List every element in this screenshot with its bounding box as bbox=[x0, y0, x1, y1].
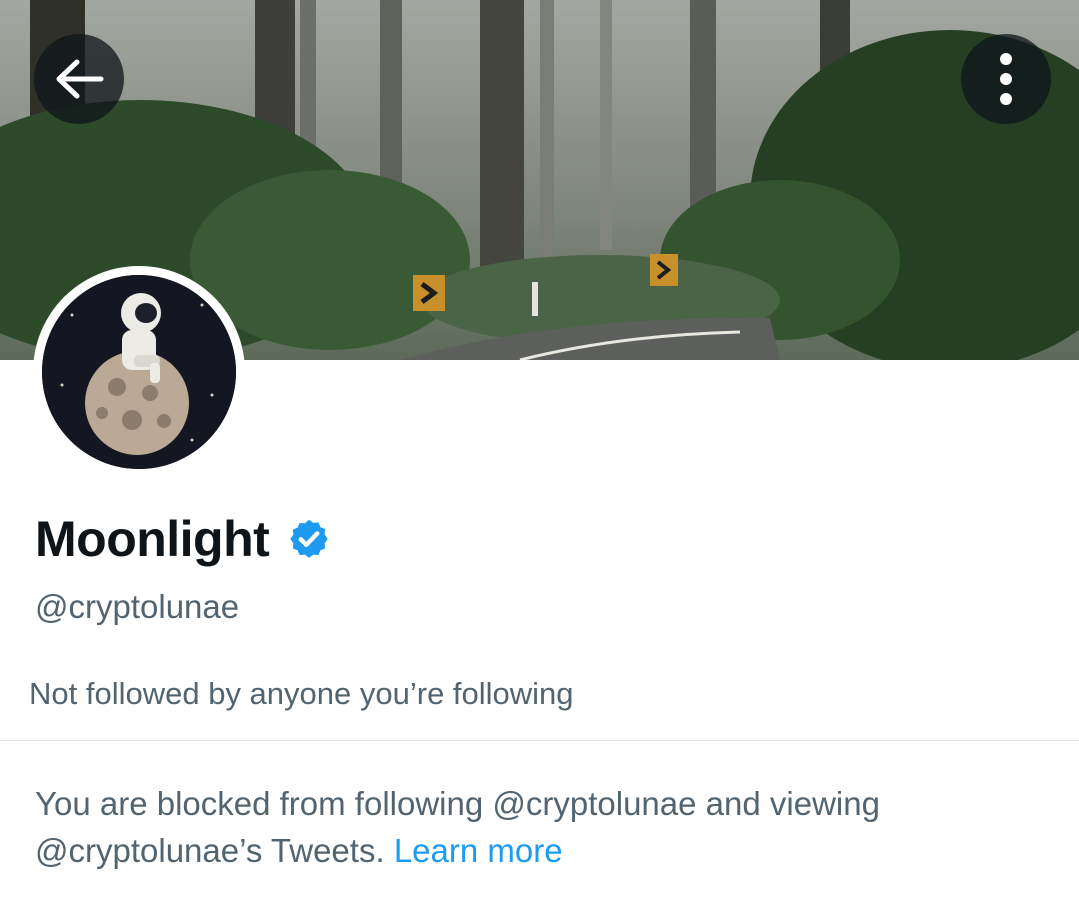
avatar[interactable] bbox=[33, 266, 245, 478]
divider bbox=[0, 740, 1079, 741]
more-options-button[interactable] bbox=[961, 34, 1051, 124]
verified-badge-icon[interactable] bbox=[287, 517, 331, 561]
astronaut-on-moon-illustration bbox=[42, 275, 236, 469]
arrow-left-icon bbox=[56, 59, 104, 99]
display-name: Moonlight bbox=[35, 511, 270, 567]
blocked-notice: You are blocked from following @cryptolu… bbox=[35, 780, 1045, 874]
followed-by-text: Not followed by anyone you’re following bbox=[29, 676, 574, 711]
avatar-image bbox=[42, 275, 236, 469]
more-vertical-icon bbox=[1000, 53, 1012, 105]
back-button[interactable] bbox=[34, 34, 124, 124]
profile-handle: @cryptolunae bbox=[35, 588, 240, 625]
learn-more-link[interactable]: Learn more bbox=[394, 832, 563, 869]
profile-name-row: Moonlight bbox=[35, 510, 331, 568]
